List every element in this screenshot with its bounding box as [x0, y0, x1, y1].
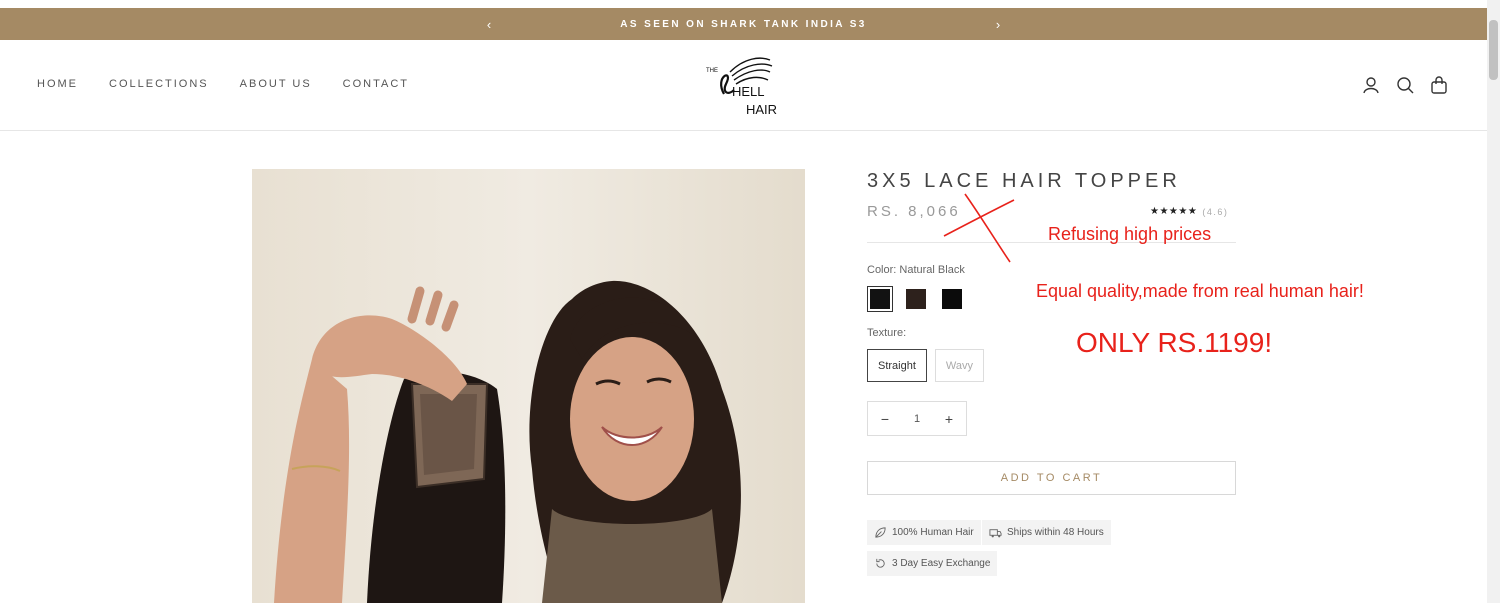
- announcement-text: AS SEEN ON SHARK TANK INDIA S3: [620, 18, 867, 30]
- site-header: HOME COLLECTIONS ABOUT US CONTACT THE HE…: [0, 40, 1487, 131]
- cart-icon[interactable]: [1430, 76, 1448, 94]
- nav-collections[interactable]: COLLECTIONS: [109, 78, 209, 90]
- plus-button[interactable]: +: [942, 411, 956, 427]
- swatch-natural-black[interactable]: [867, 286, 893, 312]
- nav-about-us[interactable]: ABOUT US: [240, 78, 312, 90]
- product-image[interactable]: [252, 169, 805, 603]
- texture-straight[interactable]: Straight: [867, 349, 927, 382]
- scrollbar-thumb[interactable]: [1489, 20, 1498, 80]
- logo-the: THE: [706, 68, 718, 74]
- minus-button[interactable]: −: [878, 411, 892, 427]
- header-icons: [1362, 76, 1448, 94]
- badge-label: 100% Human Hair: [892, 527, 974, 538]
- texture-wavy[interactable]: Wavy: [934, 349, 985, 382]
- account-icon[interactable]: [1362, 76, 1380, 94]
- cross-annotation: [943, 193, 1015, 263]
- nav-home[interactable]: HOME: [37, 78, 78, 90]
- chevron-left-icon[interactable]: ‹: [479, 14, 499, 34]
- logo-hair: HAIR: [746, 102, 777, 116]
- announcement-bar: ‹ AS SEEN ON SHARK TANK INDIA S3 ›: [0, 8, 1487, 40]
- product-title: 3X5 LACE HAIR TOPPER: [867, 170, 1181, 192]
- annotation-quality: Equal quality,made from real human hair!: [1036, 281, 1364, 301]
- chevron-right-icon[interactable]: ›: [988, 14, 1008, 34]
- add-to-cart-button[interactable]: ADD TO CART: [867, 461, 1236, 495]
- badge-human-hair: 100% Human Hair: [867, 520, 981, 545]
- truck-icon: [989, 529, 1002, 538]
- badge-exchange: 3 Day Easy Exchange: [867, 551, 998, 576]
- rating-value: (4.6): [1202, 206, 1229, 217]
- site-logo[interactable]: THE HELL HAIR: [704, 54, 784, 116]
- annotation-refusing: Refusing high prices: [1048, 224, 1212, 244]
- texture-label: Texture:: [867, 327, 907, 339]
- nav-contact[interactable]: CONTACT: [343, 78, 409, 90]
- color-swatches: [867, 286, 965, 312]
- quantity-value[interactable]: 1: [914, 413, 920, 425]
- quantity-stepper: − 1 +: [867, 401, 967, 436]
- scrollbar[interactable]: [1487, 0, 1500, 603]
- badge-label: Ships within 48 Hours: [1007, 527, 1104, 538]
- main-nav: HOME COLLECTIONS ABOUT US CONTACT: [37, 78, 409, 90]
- badge-label: 3 Day Easy Exchange: [892, 558, 991, 569]
- exchange-icon: [876, 558, 885, 568]
- swatch-jet-black[interactable]: [939, 286, 965, 312]
- badge-shipping: Ships within 48 Hours: [982, 520, 1111, 545]
- texture-options: Straight Wavy: [867, 349, 985, 382]
- leaf-icon: [875, 527, 886, 538]
- swatch-dark-brown[interactable]: [903, 286, 929, 312]
- product-rating[interactable]: ★★★★★ (4.6): [1150, 206, 1228, 217]
- search-icon[interactable]: [1396, 76, 1414, 94]
- annotation-price: ONLY RS.1199!: [1076, 327, 1273, 358]
- logo-hell: HELL: [732, 84, 765, 99]
- star-rating-icon: ★★★★★: [1150, 206, 1198, 217]
